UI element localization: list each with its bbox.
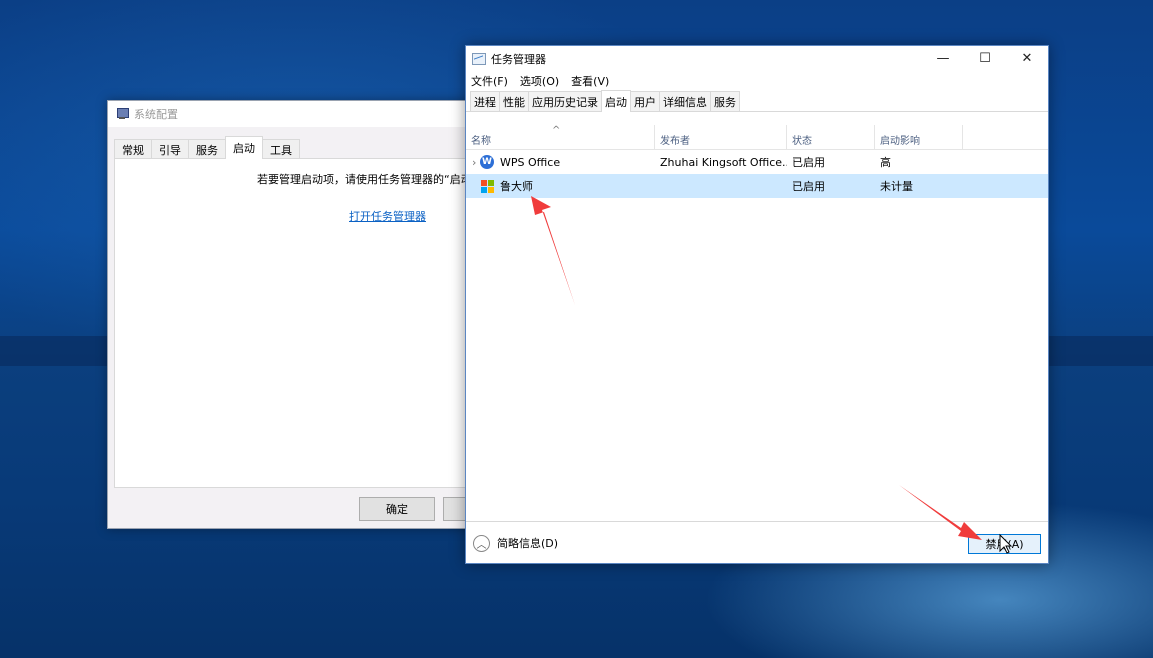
task-manager-titlebar[interactable]: 任务管理器 — ☐ ✕ xyxy=(466,46,1048,71)
tab-label: 引导 xyxy=(159,143,181,157)
name-cell: › W WPS Office xyxy=(466,155,655,169)
column-label: 发布者 xyxy=(660,136,690,147)
task-manager-window: 任务管理器 — ☐ ✕ 文件(F) 选项(O) 查看(V) 进程 性能 应用历史… xyxy=(465,45,1049,564)
task-manager-app-icon xyxy=(472,52,486,65)
column-header-status[interactable]: 状态 xyxy=(787,125,875,150)
window-controls: — ☐ ✕ xyxy=(922,46,1048,71)
tab-users[interactable]: 用户 xyxy=(630,91,660,111)
system-config-window: 系统配置 常规 引导 服务 启动 工具 若要管理启动项，请使用任务管理器的“启动… xyxy=(107,100,519,529)
status-cell: 已启用 xyxy=(792,180,825,193)
expand-chevron-icon[interactable]: › xyxy=(466,156,480,169)
table-row-selected[interactable]: 鲁大师 已启用 未计量 xyxy=(466,174,1048,198)
fewer-details-link[interactable]: 简略信息(D) xyxy=(497,535,558,551)
impact-cell: 高 xyxy=(880,156,891,169)
tab-label: 服务 xyxy=(714,95,736,109)
tab-label: 进程 xyxy=(474,95,496,109)
column-label: 启动影响 xyxy=(880,136,920,147)
tab-label: 详细信息 xyxy=(663,95,707,109)
column-header-impact[interactable]: 启动影响 xyxy=(875,125,963,150)
menu-view[interactable]: 查看(V) xyxy=(571,73,609,89)
task-manager-tabs: 进程 性能 应用历史记录 启动 用户 详细信息 服务 xyxy=(466,90,1048,112)
tab-label: 启动 xyxy=(605,95,627,109)
tab-details[interactable]: 详细信息 xyxy=(659,91,711,111)
tab-tools[interactable]: 工具 xyxy=(262,139,300,159)
table-header: ^ 名称 发布者 状态 启动影响 xyxy=(466,125,1048,150)
impact-cell: 未计量 xyxy=(880,180,913,193)
close-button[interactable]: ✕ xyxy=(1006,46,1048,71)
disable-button[interactable]: 禁用(A) xyxy=(968,534,1041,554)
publisher-cell: Zhuhai Kingsoft Office... xyxy=(660,155,787,169)
system-config-titlebar[interactable]: 系统配置 xyxy=(108,101,476,127)
tab-label: 用户 xyxy=(634,95,656,109)
ludashi-icon xyxy=(480,179,495,193)
tab-label: 服务 xyxy=(196,143,218,157)
tab-label: 启动 xyxy=(233,142,255,155)
startup-panel: 若要管理启动项，请使用任务管理器的“启动” 打开任务管理器 xyxy=(114,158,478,488)
menu-file[interactable]: 文件(F) xyxy=(471,73,508,89)
tab-startup[interactable]: 启动 xyxy=(225,136,263,159)
tab-performance[interactable]: 性能 xyxy=(499,91,529,111)
msconfig-app-icon xyxy=(116,108,129,120)
column-header-publisher[interactable]: 发布者 xyxy=(655,125,787,150)
tab-label: 应用历史记录 xyxy=(532,95,598,109)
app-name: WPS Office xyxy=(500,155,561,169)
system-config-tabs: 常规 引导 服务 启动 工具 xyxy=(114,136,300,159)
tab-processes[interactable]: 进程 xyxy=(470,91,500,111)
tab-boot[interactable]: 引导 xyxy=(151,139,189,159)
startup-notice: 若要管理启动项，请使用任务管理器的“启动” xyxy=(257,173,478,186)
tab-services[interactable]: 服务 xyxy=(188,139,226,159)
column-label: 名称 xyxy=(471,136,491,147)
tab-label: 工具 xyxy=(270,143,292,157)
minimize-icon: — xyxy=(936,51,950,66)
sort-ascending-icon: ^ xyxy=(552,125,561,136)
minimize-button[interactable]: — xyxy=(922,46,964,71)
tab-label: 性能 xyxy=(503,95,525,109)
open-task-manager-link[interactable]: 打开任务管理器 xyxy=(349,208,426,224)
startup-table: ^ 名称 发布者 状态 启动影响 › W WPS Office Zhuhai K… xyxy=(466,125,1048,198)
maximize-icon: ☐ xyxy=(979,51,991,66)
tab-general[interactable]: 常规 xyxy=(114,139,152,159)
table-row[interactable]: › W WPS Office Zhuhai Kingsoft Office...… xyxy=(466,150,1048,174)
ok-button[interactable]: 确定 xyxy=(359,497,435,521)
task-manager-footer: ︿ 简略信息(D) 禁用(A) xyxy=(466,521,1048,564)
maximize-button[interactable]: ☐ xyxy=(964,46,1006,71)
menu-options[interactable]: 选项(O) xyxy=(520,73,559,89)
app-name: 鲁大师 xyxy=(500,180,533,193)
column-header-name[interactable]: ^ 名称 xyxy=(466,125,655,150)
tab-label: 常规 xyxy=(122,143,144,157)
tab-services[interactable]: 服务 xyxy=(710,91,740,111)
chevron-up-icon[interactable]: ︿ xyxy=(473,534,490,552)
tab-app-history[interactable]: 应用历史记录 xyxy=(528,91,602,111)
column-label: 状态 xyxy=(792,136,812,147)
task-manager-title: 任务管理器 xyxy=(491,52,546,66)
menu-bar: 文件(F) 选项(O) 查看(V) xyxy=(466,71,1048,90)
wps-icon: W xyxy=(480,155,494,169)
name-cell: 鲁大师 xyxy=(466,178,655,194)
close-icon: ✕ xyxy=(1021,51,1033,66)
tab-startup[interactable]: 启动 xyxy=(601,90,631,112)
status-cell: 已启用 xyxy=(792,156,825,169)
system-config-title: 系统配置 xyxy=(134,108,178,121)
